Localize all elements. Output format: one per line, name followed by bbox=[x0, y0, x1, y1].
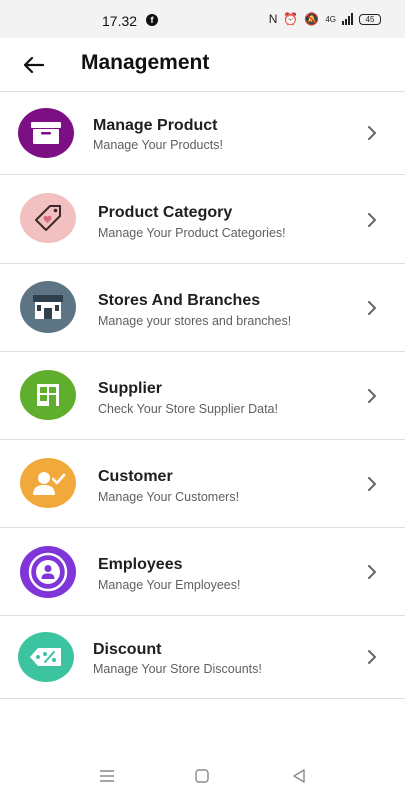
menu-item-title: Stores And Branches bbox=[98, 292, 261, 309]
menu-item-discount[interactable]: Discount Manage Your Store Discounts! bbox=[0, 616, 405, 699]
alarm-icon: ⏰ bbox=[283, 12, 299, 26]
menu-item-product-category[interactable]: Product Category Manage Your Product Cat… bbox=[0, 175, 405, 264]
status-icons: N ⏰ 🔕 4G 45 bbox=[269, 12, 381, 26]
menu-item-manage-product[interactable]: Manage Product Manage Your Products! bbox=[0, 92, 405, 175]
menu-icon bbox=[100, 770, 114, 782]
chevron-right-icon bbox=[368, 126, 377, 140]
back-button[interactable] bbox=[18, 50, 48, 80]
network-type: 4G bbox=[325, 14, 336, 24]
menu-item-subtitle: Manage Your Employees! bbox=[98, 578, 241, 592]
menu-item-employees[interactable]: Employees Manage Your Employees! bbox=[0, 528, 405, 616]
person-badge-icon bbox=[20, 546, 76, 598]
menu-item-title: Employees bbox=[98, 556, 183, 573]
menu-item-subtitle: Manage Your Products! bbox=[93, 138, 223, 152]
home-button[interactable] bbox=[191, 766, 213, 786]
menu-item-title: Manage Product bbox=[93, 117, 218, 134]
menu-item-supplier[interactable]: Supplier Check Your Store Supplier Data! bbox=[0, 352, 405, 440]
management-menu: Manage Product Manage Your Products! Pro… bbox=[0, 92, 405, 699]
user-check-icon bbox=[20, 458, 76, 508]
chevron-right-icon bbox=[368, 565, 377, 579]
page-title: Management bbox=[81, 51, 210, 74]
store-icon bbox=[20, 281, 76, 333]
chevron-right-icon bbox=[368, 389, 377, 403]
signal-icon bbox=[342, 13, 353, 25]
app-bar: Management bbox=[0, 38, 405, 92]
status-time: 17.32 bbox=[102, 13, 138, 29]
chevron-right-icon bbox=[368, 301, 377, 315]
menu-item-customer[interactable]: Customer Manage Your Customers! bbox=[0, 440, 405, 528]
menu-item-title: Supplier bbox=[98, 380, 163, 397]
menu-item-subtitle: Manage Your Product Categories! bbox=[98, 226, 286, 240]
home-square-icon bbox=[195, 769, 209, 783]
battery-level: 45 bbox=[365, 14, 375, 24]
menu-item-title: Product Category bbox=[98, 204, 233, 221]
menu-item-stores-and-branches[interactable]: Stores And Branches Manage your stores a… bbox=[0, 264, 405, 352]
chevron-right-icon bbox=[368, 477, 377, 491]
building-icon bbox=[20, 370, 76, 420]
menu-item-title: Discount bbox=[93, 641, 162, 658]
chevron-right-icon bbox=[368, 650, 377, 664]
facebook-notification-icon: f bbox=[146, 14, 158, 26]
arrow-left-icon bbox=[23, 56, 44, 74]
menu-item-subtitle: Manage your stores and branches! bbox=[98, 314, 292, 328]
nfc-icon: N bbox=[268, 12, 278, 26]
mute-icon: 🔕 bbox=[304, 12, 320, 26]
menu-item-subtitle: Check Your Store Supplier Data! bbox=[98, 402, 278, 416]
tag-heart-icon bbox=[20, 193, 76, 243]
discount-tag-icon bbox=[18, 632, 74, 682]
recent-apps-button[interactable] bbox=[96, 766, 118, 786]
status-bar: 17.32 f N ⏰ 🔕 4G 45 bbox=[0, 0, 405, 38]
back-triangle-icon bbox=[293, 769, 305, 783]
menu-item-title: Customer bbox=[98, 468, 173, 485]
chevron-right-icon bbox=[368, 213, 377, 227]
archive-box-icon bbox=[18, 108, 74, 158]
menu-item-subtitle: Manage Your Customers! bbox=[98, 490, 240, 504]
back-nav-button[interactable] bbox=[288, 766, 310, 786]
menu-item-subtitle: Manage Your Store Discounts! bbox=[93, 662, 262, 676]
battery-icon: 45 bbox=[359, 13, 381, 25]
system-nav-bar bbox=[0, 752, 405, 800]
